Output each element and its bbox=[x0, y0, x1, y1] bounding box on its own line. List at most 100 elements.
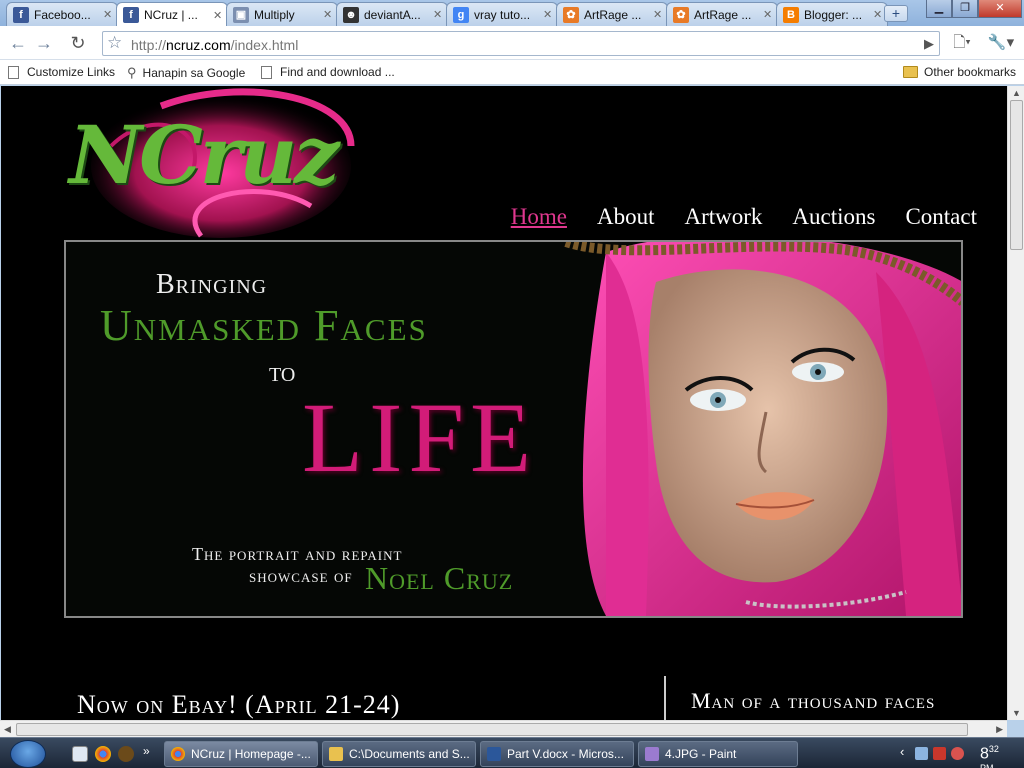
tab-ncruz[interactable]: f NCruz | ... ✕ bbox=[116, 2, 228, 27]
taskbar: » NCruz | Homepage -... C:\Documents and… bbox=[0, 737, 1024, 768]
artrage-icon: ✿ bbox=[673, 6, 689, 23]
tab-title: Multiply bbox=[254, 7, 295, 22]
clock-ampm: PM bbox=[980, 763, 994, 768]
horizontal-scrollbar[interactable]: ◀ ▶ bbox=[0, 720, 1007, 737]
banner-noel-cruz: Noel Cruz bbox=[365, 560, 514, 596]
tab-title: vray tuto... bbox=[474, 7, 531, 22]
search-icon: ⚲ bbox=[127, 65, 137, 80]
minimize-button[interactable]: ▁ bbox=[926, 0, 952, 18]
url-scheme: http:// bbox=[131, 37, 167, 53]
nav-home[interactable]: Home bbox=[511, 204, 567, 230]
antivirus-icon[interactable] bbox=[933, 747, 946, 760]
show-desktop-icon[interactable] bbox=[72, 746, 88, 762]
site-logo[interactable]: NCruz bbox=[69, 108, 340, 202]
forward-button[interactable]: → bbox=[32, 31, 56, 55]
bookmark-find-download[interactable]: Find and download ... bbox=[261, 65, 395, 79]
bookmark-label: Customize Links bbox=[27, 65, 116, 79]
wrench-icon: 🔧▾ bbox=[987, 34, 1015, 51]
back-arrow-icon: ← bbox=[9, 33, 27, 53]
task-chrome[interactable]: NCruz | Homepage -... bbox=[164, 741, 318, 767]
page-menu-button[interactable]: 🗋▾ bbox=[948, 31, 976, 55]
scroll-up-icon[interactable]: ▲ bbox=[1012, 88, 1021, 98]
vertical-scroll-thumb[interactable] bbox=[1010, 100, 1023, 250]
tab-artrage-2[interactable]: ✿ ArtRage ... ✕ bbox=[666, 2, 778, 26]
new-tab-button[interactable]: + bbox=[884, 5, 908, 22]
scroll-right-icon[interactable]: ▶ bbox=[996, 724, 1003, 735]
nav-auctions[interactable]: Auctions bbox=[792, 204, 875, 230]
more-quick-launch-icon[interactable]: » bbox=[143, 744, 150, 758]
word-icon bbox=[487, 747, 501, 761]
artrage-icon: ✿ bbox=[563, 6, 579, 23]
tray-expand-icon[interactable]: ‹ bbox=[900, 744, 904, 759]
bookmark-hanapin[interactable]: ⚲ Hanapin sa Google bbox=[127, 65, 245, 81]
tab-deviantart[interactable]: ☻ deviantA... ✕ bbox=[336, 2, 448, 26]
system-clock[interactable]: 832 PM bbox=[980, 744, 999, 768]
scroll-left-icon[interactable]: ◀ bbox=[4, 724, 11, 735]
wrench-menu-button[interactable]: 🔧▾ bbox=[984, 31, 1018, 55]
paint-icon bbox=[645, 747, 659, 761]
close-tab-icon[interactable]: ✕ bbox=[763, 8, 773, 21]
task-explorer[interactable]: C:\Documents and S... bbox=[322, 741, 476, 767]
nav-contact[interactable]: Contact bbox=[905, 204, 977, 230]
horizontal-scroll-thumb[interactable] bbox=[16, 723, 968, 736]
thousand-faces-heading: Man of a thousand faces bbox=[691, 688, 936, 713]
folder-icon bbox=[329, 747, 343, 761]
quick-launch-app-icon[interactable] bbox=[118, 746, 134, 762]
vertical-scrollbar[interactable]: ▲ ▼ bbox=[1007, 86, 1024, 720]
url-text: http://ncruz.com/index.html bbox=[131, 37, 298, 53]
tab-vray[interactable]: g vray tuto... ✕ bbox=[446, 2, 558, 26]
google-icon: g bbox=[453, 6, 469, 23]
blogger-icon: B bbox=[783, 6, 799, 23]
multiply-icon: ▣ bbox=[233, 6, 249, 23]
close-tab-icon[interactable]: ✕ bbox=[213, 9, 223, 22]
tab-artrage-1[interactable]: ✿ ArtRage ... ✕ bbox=[556, 2, 668, 26]
task-paint[interactable]: 4.JPG - Paint bbox=[638, 741, 798, 767]
close-tab-icon[interactable]: ✕ bbox=[433, 8, 443, 21]
back-button[interactable]: ← bbox=[6, 31, 30, 55]
facebook-icon: f bbox=[13, 6, 29, 23]
tab-strip: f Faceboo... ✕ f NCruz | ... ✕ ▣ Multipl… bbox=[0, 0, 1024, 27]
close-tab-icon[interactable]: ✕ bbox=[543, 8, 553, 21]
reload-icon: ↻ bbox=[70, 33, 86, 53]
bookmarks-bar: Customize Links ⚲ Hanapin sa Google Find… bbox=[0, 60, 1024, 85]
go-arrow-icon[interactable]: ▶ bbox=[924, 36, 934, 52]
hero-banner: Bringing Unmasked Faces to LIFE The port… bbox=[64, 240, 963, 618]
star-bookmark-icon[interactable]: ☆ bbox=[107, 33, 122, 53]
chrome-icon[interactable] bbox=[95, 746, 111, 762]
banner-life: LIFE bbox=[302, 382, 538, 493]
reload-button[interactable]: ↻ bbox=[66, 31, 90, 55]
url-path: /index.html bbox=[230, 37, 299, 53]
ebay-heading: Now on Ebay! (April 21-24) bbox=[77, 690, 401, 719]
address-bar[interactable]: ☆ http://ncruz.com/index.html ▶ bbox=[102, 31, 940, 56]
network-icon[interactable] bbox=[915, 747, 928, 760]
task-label: C:\Documents and S... bbox=[349, 747, 470, 761]
close-tab-icon[interactable]: ✕ bbox=[653, 8, 663, 21]
tab-title: ArtRage ... bbox=[694, 7, 752, 22]
tab-title: Blogger: ... bbox=[804, 7, 863, 22]
tab-title: deviantA... bbox=[364, 7, 421, 22]
close-tab-icon[interactable]: ✕ bbox=[103, 8, 113, 21]
tab-facebook[interactable]: f Faceboo... ✕ bbox=[6, 2, 118, 26]
tab-blogger[interactable]: B Blogger: ... ✕ bbox=[776, 2, 888, 26]
start-button[interactable] bbox=[10, 740, 46, 768]
nav-about[interactable]: About bbox=[597, 204, 655, 230]
page-icon bbox=[8, 65, 19, 79]
close-tab-icon[interactable]: ✕ bbox=[323, 8, 333, 21]
other-bookmarks-label: Other bookmarks bbox=[924, 65, 1017, 79]
page-icon bbox=[261, 65, 272, 79]
close-tab-icon[interactable]: ✕ bbox=[873, 8, 883, 21]
column-divider bbox=[664, 676, 666, 720]
bookmark-customize-links[interactable]: Customize Links bbox=[8, 65, 115, 79]
scroll-down-icon[interactable]: ▼ bbox=[1012, 708, 1021, 718]
security-shield-icon[interactable] bbox=[951, 747, 964, 760]
main-nav: Home About Artwork Auctions Contact bbox=[511, 204, 977, 230]
maximize-button[interactable]: ❐ bbox=[952, 0, 978, 18]
banner-line-6: showcase of bbox=[249, 566, 353, 586]
tab-multiply[interactable]: ▣ Multiply ✕ bbox=[226, 2, 338, 26]
nav-artwork[interactable]: Artwork bbox=[684, 204, 762, 230]
other-bookmarks[interactable]: Other bookmarks bbox=[903, 65, 1016, 79]
bookmark-label: Find and download ... bbox=[280, 65, 395, 79]
close-window-button[interactable]: ✕ bbox=[978, 0, 1022, 18]
tab-title: ArtRage ... bbox=[584, 7, 642, 22]
task-word[interactable]: Part V.docx - Micros... bbox=[480, 741, 634, 767]
